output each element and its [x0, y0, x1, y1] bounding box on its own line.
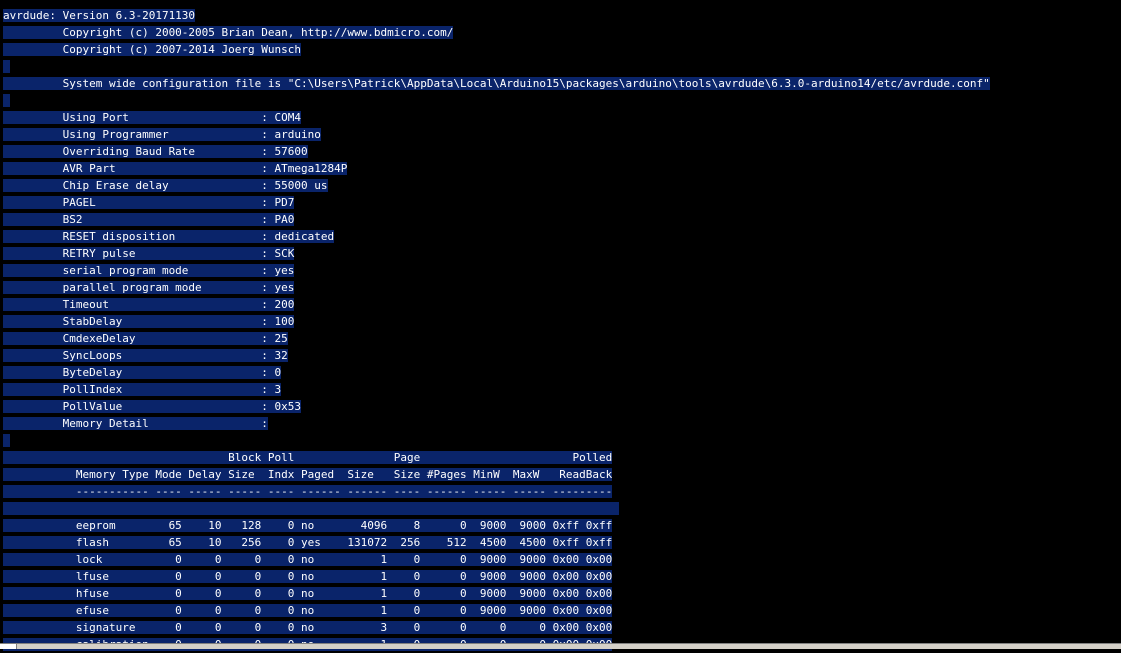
selected-text: CmdexeDelay : 25: [3, 332, 288, 345]
memory-table-row-signature: signature 0 0 0 0 no 3 0 0 0 0 0x00 0x00: [3, 619, 1113, 636]
console-line-config: System wide configuration file is "C:\Us…: [3, 75, 1113, 92]
setting-serial-program-mode: serial program mode : yes: [3, 262, 1113, 279]
selected-text: AVR Part : ATmega1284P: [3, 162, 348, 175]
selected-text: StabDelay : 100: [3, 315, 295, 328]
setting-cmdexe-delay: CmdexeDelay : 25: [3, 330, 1113, 347]
scrollbar-left-arrow[interactable]: [0, 644, 17, 649]
console-line-copyright-2: Copyright (c) 2007-2014 Joerg Wunsch: [3, 41, 1113, 58]
memory-table-separator: ----------- ---- ----- ----- ---- ------…: [3, 483, 1113, 500]
setting-reset-disposition: RESET disposition : dedicated: [3, 228, 1113, 245]
selected-text: Chip Erase delay : 55000 us: [3, 179, 328, 192]
memory-table-row-lfuse: lfuse 0 0 0 0 no 1 0 0 9000 9000 0x00 0x…: [3, 568, 1113, 585]
setting-avr-part: AVR Part : ATmega1284P: [3, 160, 1113, 177]
selected-text: flash 65 10 256 0 yes 131072 256 512 450…: [3, 536, 613, 549]
memory-table-row-eeprom: eeprom 65 10 128 0 no 4096 8 0 9000 9000…: [3, 517, 1113, 534]
selected-text: signature 0 0 0 0 no 3 0 0 0 0 0x00 0x00: [3, 621, 613, 634]
setting-sync-loops: SyncLoops : 32: [3, 347, 1113, 364]
selected-text: hfuse 0 0 0 0 no 1 0 0 9000 9000 0x00 0x…: [3, 587, 613, 600]
console-blank-line: [3, 92, 1113, 109]
setting-chip-erase-delay: Chip Erase delay : 55000 us: [3, 177, 1113, 194]
setting-timeout: Timeout : 200: [3, 296, 1113, 313]
selected-blank: [3, 434, 10, 447]
memory-table-row-flash: flash 65 10 256 0 yes 131072 256 512 450…: [3, 534, 1113, 551]
selected-text: Using Programmer : arduino: [3, 128, 321, 141]
memory-table-header-2: Memory Type Mode Delay Size Indx Paged S…: [3, 466, 1113, 483]
selected-text: avrdude: Version 6.3-20171130: [3, 9, 196, 22]
selected-text: RESET disposition : dedicated: [3, 230, 335, 243]
setting-using-port: Using Port : COM4: [3, 109, 1113, 126]
selected-text: RETRY pulse : SCK: [3, 247, 295, 260]
setting-bs2: BS2 : PA0: [3, 211, 1113, 228]
setting-baud-rate: Overriding Baud Rate : 57600: [3, 143, 1113, 160]
selected-text: Timeout : 200: [3, 298, 295, 311]
setting-using-programmer: Using Programmer : arduino: [3, 126, 1113, 143]
console-line-version: avrdude: Version 6.3-20171130: [3, 7, 1113, 24]
selected-text: PollIndex : 3: [3, 383, 282, 396]
selected-text: PAGEL : PD7: [3, 196, 295, 209]
setting-memory-detail: Memory Detail :: [3, 415, 1113, 432]
setting-byte-delay: ByteDelay : 0: [3, 364, 1113, 381]
selected-text: ----------- ---- ----- ----- ---- ------…: [3, 485, 613, 498]
memory-table-header-1: Block Poll Page Polled: [3, 449, 1113, 466]
memory-table-row-lock: lock 0 0 0 0 no 1 0 0 9000 9000 0x00 0x0…: [3, 551, 1113, 568]
selected-blank: [3, 94, 10, 107]
console-blank-line: [3, 58, 1113, 75]
selected-text: BS2 : PA0: [3, 213, 295, 226]
selected-text: PollValue : 0x53: [3, 400, 302, 413]
selected-text: parallel program mode : yes: [3, 281, 295, 294]
setting-poll-value: PollValue : 0x53: [3, 398, 1113, 415]
selected-text: Memory Detail :: [3, 417, 268, 430]
selected-text: Copyright (c) 2000-2005 Brian Dean, http…: [3, 26, 454, 39]
console-line-copyright-1: Copyright (c) 2000-2005 Brian Dean, http…: [3, 24, 1113, 41]
selected-text: lfuse 0 0 0 0 no 1 0 0 9000 9000 0x00 0x…: [3, 570, 613, 583]
selected-text: SyncLoops : 32: [3, 349, 288, 362]
selected-text: serial program mode : yes: [3, 264, 295, 277]
selected-text: efuse 0 0 0 0 no 1 0 0 9000 9000 0x00 0x…: [3, 604, 613, 617]
selected-text: Memory Type Mode Delay Size Indx Paged S…: [3, 468, 613, 481]
selected-blank: [3, 502, 619, 515]
selected-text: lock 0 0 0 0 no 1 0 0 9000 9000 0x00 0x0…: [3, 553, 613, 566]
setting-retry-pulse: RETRY pulse : SCK: [3, 245, 1113, 262]
setting-pagel: PAGEL : PD7: [3, 194, 1113, 211]
selected-text: Overriding Baud Rate : 57600: [3, 145, 308, 158]
selected-text: ByteDelay : 0: [3, 366, 282, 379]
memory-table-row-efuse: efuse 0 0 0 0 no 1 0 0 9000 9000 0x00 0x…: [3, 602, 1113, 619]
selected-blank: [3, 60, 10, 73]
setting-parallel-program-mode: parallel program mode : yes: [3, 279, 1113, 296]
setting-poll-index: PollIndex : 3: [3, 381, 1113, 398]
selected-text: Block Poll Page Polled: [3, 451, 613, 464]
console-blank-line: [3, 500, 1113, 517]
setting-stab-delay: StabDelay : 100: [3, 313, 1113, 330]
selected-text: eeprom 65 10 128 0 no 4096 8 0 9000 9000…: [3, 519, 613, 532]
console-blank-line: [3, 432, 1113, 449]
selected-text: System wide configuration file is "C:\Us…: [3, 77, 990, 90]
memory-table-row-hfuse: hfuse 0 0 0 0 no 1 0 0 9000 9000 0x00 0x…: [3, 585, 1113, 602]
horizontal-scrollbar[interactable]: [0, 643, 1121, 649]
selected-text: Using Port : COM4: [3, 111, 302, 124]
selected-text: Copyright (c) 2007-2014 Joerg Wunsch: [3, 43, 302, 56]
console-output[interactable]: avrdude: Version 6.3-20171130 Copyright …: [3, 7, 1113, 653]
